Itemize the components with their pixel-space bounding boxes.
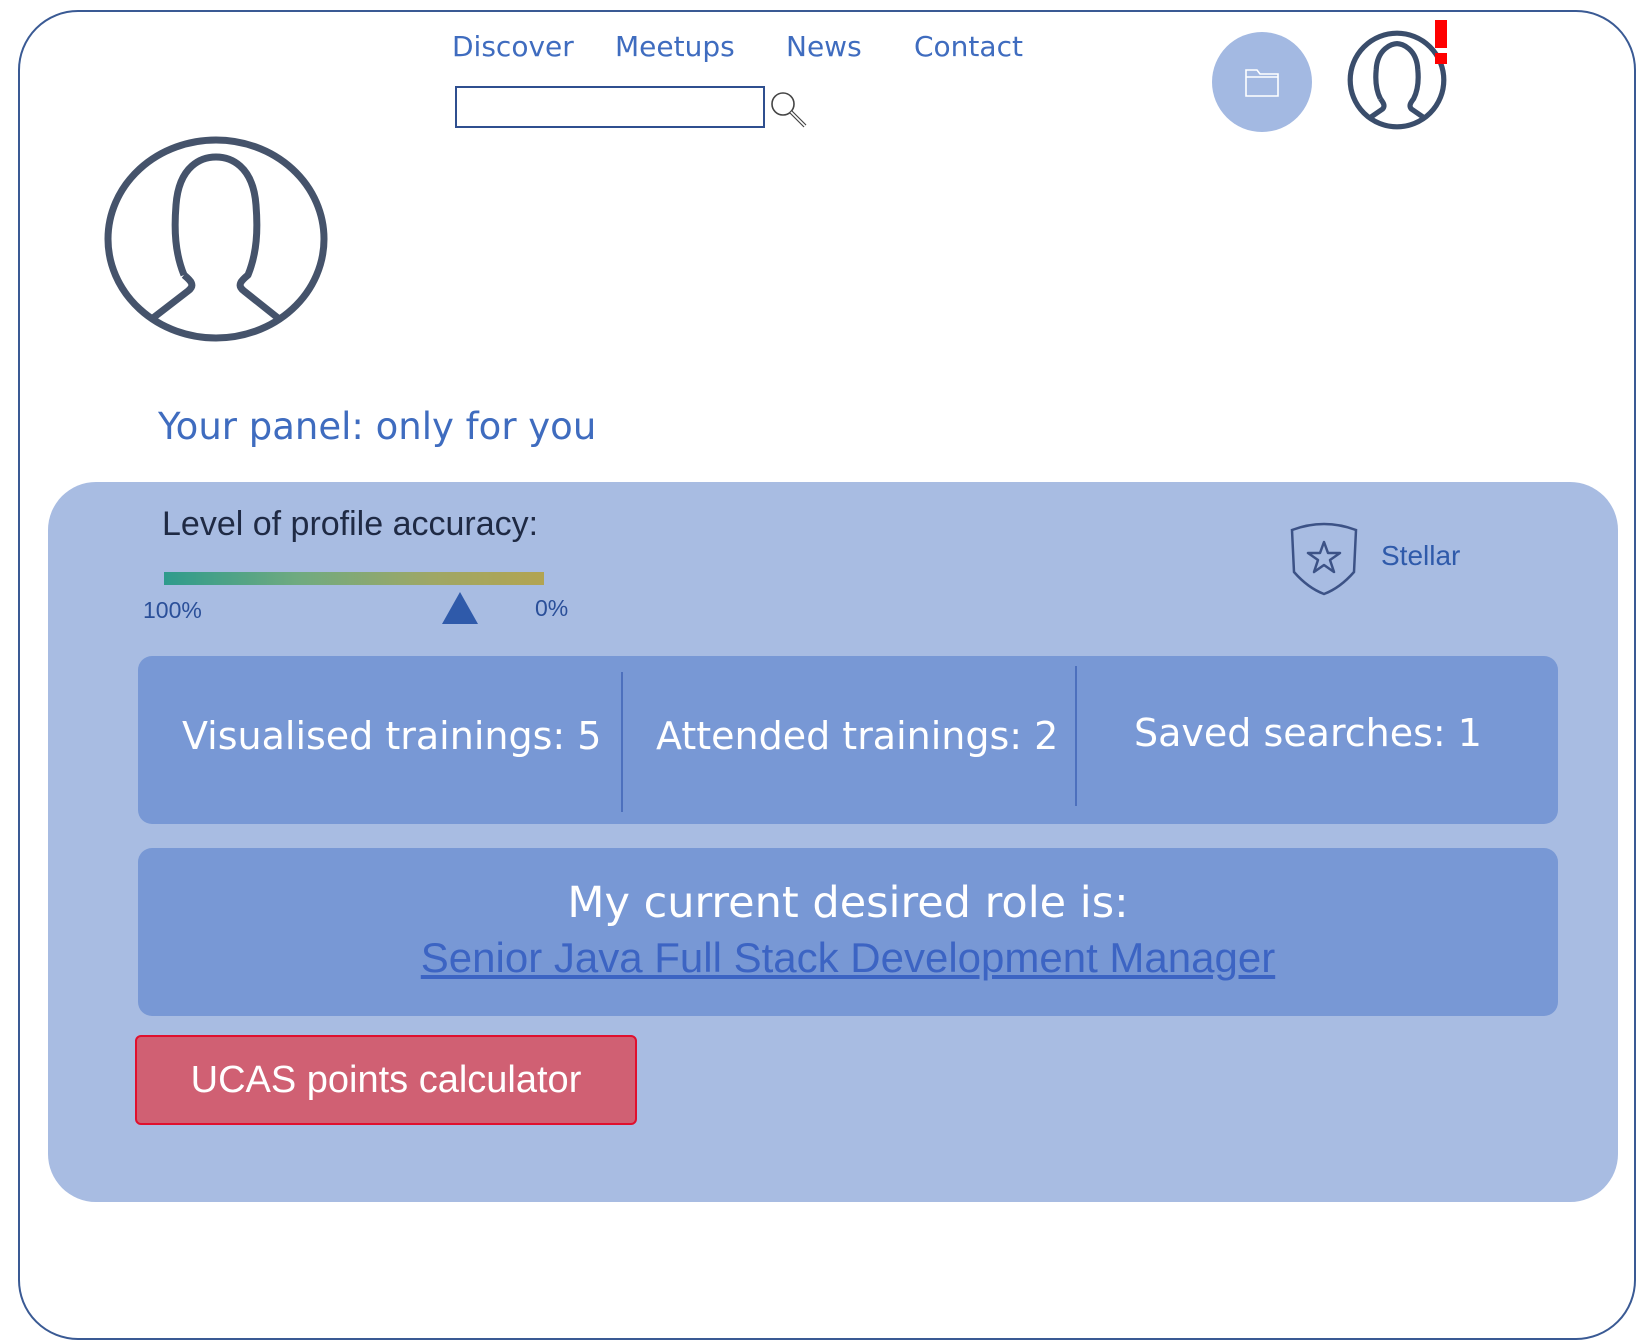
stat-attended-trainings: Attended trainings: 2 xyxy=(656,714,1059,758)
badge-label: Stellar xyxy=(1381,540,1461,571)
stats-divider xyxy=(1075,666,1077,806)
profile-avatar xyxy=(102,135,334,347)
desired-role-title: My current desired role is: xyxy=(567,878,1129,928)
triangle-marker-icon xyxy=(442,592,479,624)
nav-discover[interactable]: Discover xyxy=(452,30,574,63)
accuracy-title: Level of profile accuracy: xyxy=(162,505,539,543)
shield-star-icon xyxy=(1288,520,1360,596)
accuracy-scale-high: 100% xyxy=(143,597,202,623)
nav-news[interactable]: News xyxy=(786,30,862,63)
desired-role-link[interactable]: Senior Java Full Stack Development Manag… xyxy=(138,934,1558,982)
stats-divider xyxy=(621,672,623,812)
accuracy-scale-low: 0% xyxy=(535,595,569,621)
accuracy-bar xyxy=(164,572,544,585)
desired-role-box: My current desired role is: Senior Java … xyxy=(138,848,1558,1016)
panel-heading: Your panel: only for you xyxy=(158,405,597,448)
search-input[interactable] xyxy=(455,86,765,128)
nav-meetups[interactable]: Meetups xyxy=(615,30,735,63)
nav-contact[interactable]: Contact xyxy=(914,30,1023,63)
stats-box: Visualised trainings: 5 Attended trainin… xyxy=(138,656,1558,824)
alert-exclamation-icon xyxy=(1434,20,1448,64)
stat-saved-searches: Saved searches: 1 xyxy=(1134,711,1482,755)
folder-button[interactable] xyxy=(1212,32,1312,132)
ucas-calculator-button[interactable]: UCAS points calculator xyxy=(135,1035,637,1125)
folder-icon xyxy=(1245,69,1279,97)
search-icon[interactable] xyxy=(768,90,810,132)
stat-visualised-trainings: Visualised trainings: 5 xyxy=(182,714,602,758)
